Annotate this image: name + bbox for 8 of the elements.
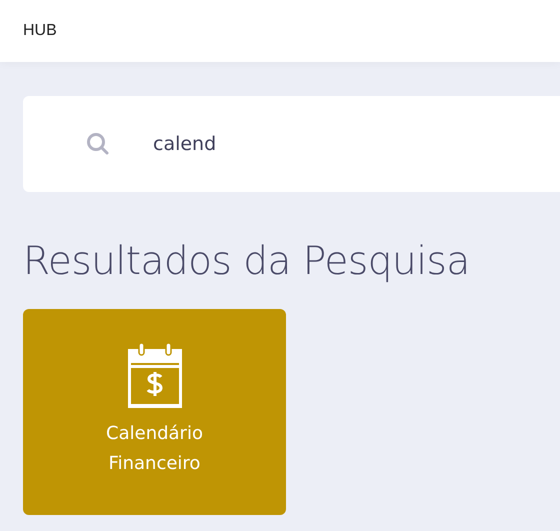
search-input[interactable]: calend	[153, 130, 533, 158]
calendar-dollar-icon	[126, 343, 182, 409]
search-field[interactable]: calend	[23, 96, 560, 192]
app-title: HUB	[23, 21, 57, 41]
tile-label: Financeiro	[108, 452, 200, 476]
search-icon	[86, 132, 110, 156]
tile-label: Calendário	[106, 422, 203, 446]
results-heading: Resultados da Pesquisa	[23, 238, 471, 286]
